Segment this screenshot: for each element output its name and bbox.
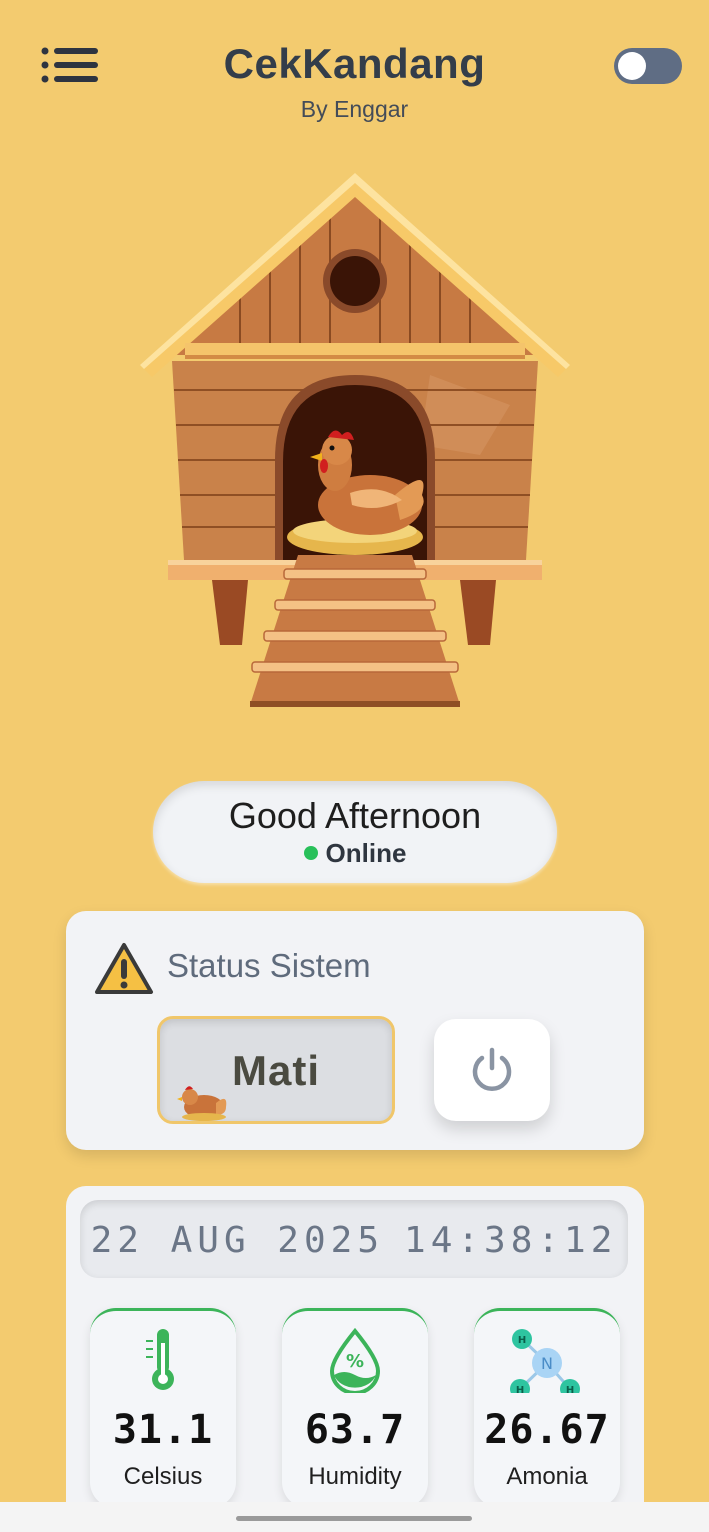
- ammonia-label: Amonia: [506, 1463, 588, 1490]
- time-text: 14:38:12: [404, 1220, 618, 1261]
- date-text: 22 AUG 2025: [90, 1220, 385, 1261]
- svg-text:H: H: [566, 1385, 574, 1393]
- greeting-text: Good Afternoon: [228, 795, 482, 836]
- warning-icon: [95, 943, 153, 994]
- chicken-coop-illustration: [140, 173, 570, 707]
- status-title: Status Sistem: [167, 947, 371, 984]
- online-dot-icon: [303, 846, 318, 860]
- ammonia-tile: N H H H 26.67 Amonia: [474, 1308, 620, 1508]
- toggle-knob: [618, 52, 646, 80]
- app-subtitle: By Enggar: [300, 96, 409, 122]
- temperature-tile: 31.1 Celsius: [90, 1308, 236, 1508]
- temperature-label: Celsius: [123, 1463, 203, 1490]
- humidity-label: Humidity: [308, 1463, 402, 1490]
- power-button[interactable]: [434, 1019, 550, 1121]
- system-status-card: Status Sistem Mati: [66, 911, 644, 1150]
- datetime-display: 22 AUG 2025 14:38:12: [80, 1200, 628, 1278]
- app-header: CekKandang By Enggar: [0, 0, 709, 140]
- hen-icon: [177, 1086, 227, 1121]
- ammonia-molecule-icon: N H H H: [510, 1329, 580, 1393]
- humidity-tile: % 63.7 Humidity: [282, 1308, 428, 1508]
- sensor-card: 22 AUG 2025 14:38:12 31.1 Celsius % 63.7 …: [66, 1186, 644, 1532]
- connection-status: Online: [153, 838, 557, 869]
- svg-text:N: N: [541, 1354, 553, 1373]
- system-navigation-bar: [0, 1502, 709, 1532]
- thermometer-icon: [146, 1329, 174, 1390]
- app-title: CekKandang: [223, 40, 486, 87]
- power-icon: [472, 1047, 512, 1091]
- connection-status-label: Online: [325, 838, 407, 868]
- gesture-handle[interactable]: [236, 1516, 472, 1521]
- humidity-drop-icon: %: [329, 1327, 381, 1393]
- svg-text:H: H: [518, 1335, 526, 1346]
- datetime-text: 22 AUG 2025 14:38:12: [80, 1220, 628, 1261]
- svg-text:H: H: [516, 1385, 524, 1393]
- humidity-value: 63.7: [304, 1407, 406, 1453]
- temperature-value: 31.1: [112, 1407, 214, 1453]
- greeting-pill: Good Afternoon Online: [153, 781, 557, 883]
- system-state-button[interactable]: Mati: [157, 1016, 395, 1124]
- theme-toggle[interactable]: [614, 48, 682, 84]
- svg-text:%: %: [346, 1351, 364, 1372]
- ammonia-value: 26.67: [484, 1407, 610, 1453]
